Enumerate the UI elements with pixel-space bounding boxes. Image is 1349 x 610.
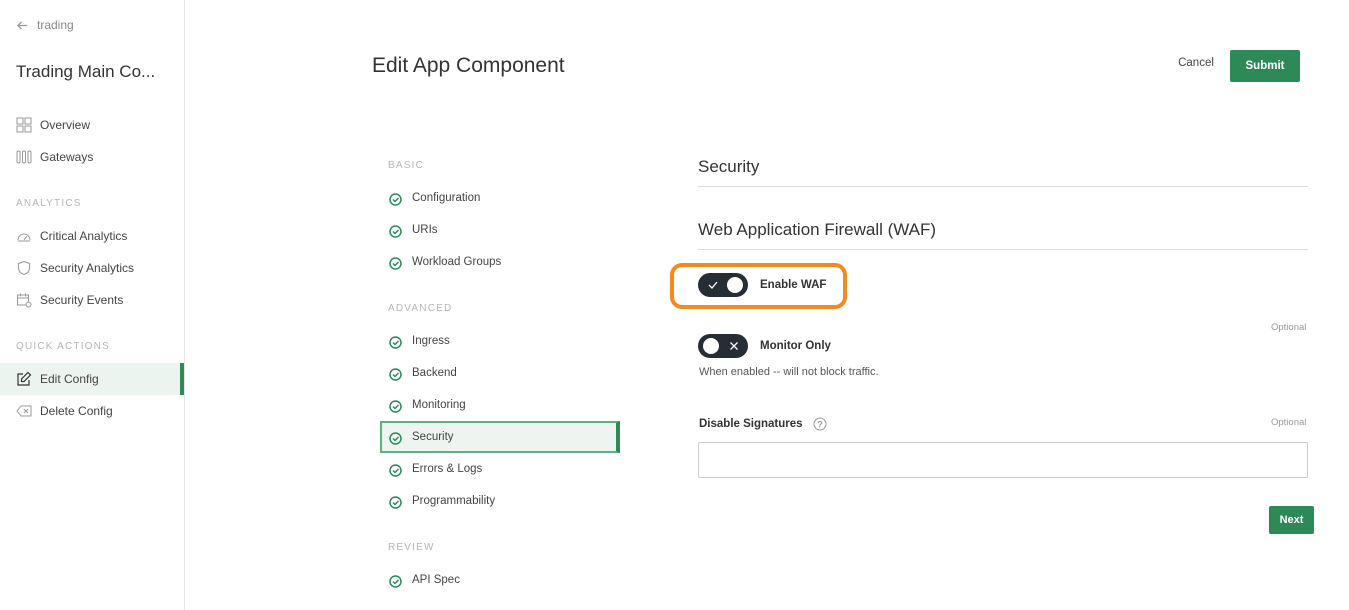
sidebar: trading Trading Main Co... Overview Gate… <box>0 0 185 610</box>
sidebar-item-security-events[interactable]: Security Events <box>0 284 184 316</box>
sidebar-item-label: Critical Analytics <box>40 229 128 243</box>
monitor-only-helper: When enabled -- will not block traffic. <box>699 366 879 378</box>
help-icon[interactable]: ? <box>813 417 827 431</box>
monitor-only-optional: Optional <box>1271 322 1307 333</box>
step-configuration[interactable]: Configuration <box>380 182 620 214</box>
delete-icon <box>16 403 32 419</box>
sidebar-item-label: Security Events <box>40 293 124 307</box>
step-security[interactable]: Security <box>380 421 620 453</box>
step-label: Workload Groups <box>412 256 502 268</box>
enable-waf-toggle[interactable] <box>698 273 748 297</box>
page-title: Edit App Component <box>372 54 565 77</box>
disable-signatures-label: Disable Signatures ? <box>699 417 827 431</box>
check-circle-icon <box>388 463 403 478</box>
sidebar-item-delete-config[interactable]: Delete Config <box>0 395 184 427</box>
step-label: API Spec <box>412 574 460 586</box>
check-circle-icon <box>388 224 403 239</box>
svg-text:?: ? <box>817 419 823 429</box>
gateway-icon <box>16 149 32 165</box>
check-circle-icon <box>388 256 403 271</box>
check-circle-icon <box>388 495 403 510</box>
step-label: Configuration <box>412 192 481 204</box>
submit-button[interactable]: Submit <box>1230 50 1300 82</box>
waf-subsection-title: Web Application Firewall (WAF) <box>698 220 1308 250</box>
toggle-knob <box>703 338 719 354</box>
sidebar-item-edit-config[interactable]: Edit Config <box>0 363 184 395</box>
check-circle-icon <box>388 574 403 589</box>
analytics-section-label: ANALYTICS <box>16 198 82 209</box>
sidebar-item-label: Security Analytics <box>40 261 135 275</box>
section-title: Security <box>698 157 1308 187</box>
step-errors-logs[interactable]: Errors & Logs <box>380 453 620 485</box>
step-label: Programmability <box>412 495 496 507</box>
calendar-icon <box>16 292 32 308</box>
monitor-only-label: Monitor Only <box>760 340 831 352</box>
back-link[interactable]: trading <box>16 18 74 32</box>
shield-icon <box>16 260 32 276</box>
sidebar-item-label: Gateways <box>40 150 94 164</box>
sidebar-item-security-analytics[interactable]: Security Analytics <box>0 252 184 284</box>
disable-signatures-input[interactable] <box>698 442 1308 478</box>
quick-actions-section-label: QUICK ACTIONS <box>16 341 110 352</box>
sidebar-item-critical-analytics[interactable]: Critical Analytics <box>0 220 184 252</box>
disable-signatures-label-text: Disable Signatures <box>699 418 803 430</box>
check-circle-icon <box>388 431 403 446</box>
toggle-knob <box>727 277 743 293</box>
step-uris[interactable]: URIs <box>380 214 620 246</box>
disable-signatures-optional: Optional <box>1271 417 1307 428</box>
step-backend[interactable]: Backend <box>380 357 620 389</box>
advanced-section-label: ADVANCED <box>388 303 453 314</box>
grid-icon <box>16 117 32 133</box>
step-label: Monitoring <box>412 399 466 411</box>
monitor-only-toggle[interactable] <box>698 334 748 358</box>
edit-icon <box>16 371 32 387</box>
check-circle-icon <box>388 367 403 382</box>
step-label: Backend <box>412 367 457 379</box>
basic-section-label: BASIC <box>388 160 425 171</box>
step-ingress[interactable]: Ingress <box>380 325 620 357</box>
check-circle-icon <box>388 399 403 414</box>
step-label: Security <box>412 431 454 443</box>
step-api-spec[interactable]: API Spec <box>380 564 620 596</box>
close-icon <box>730 342 738 350</box>
check-circle-icon <box>388 335 403 350</box>
sidebar-item-label: Edit Config <box>40 372 99 386</box>
check-circle-icon <box>388 192 403 207</box>
back-label: trading <box>37 18 74 32</box>
enable-waf-label: Enable WAF <box>760 279 827 291</box>
step-label: URIs <box>412 224 438 236</box>
review-section-label: REVIEW <box>388 542 435 553</box>
sidebar-item-gateways[interactable]: Gateways <box>0 141 184 173</box>
step-label: Ingress <box>412 335 450 347</box>
step-programmability[interactable]: Programmability <box>380 485 620 517</box>
sidebar-item-overview[interactable]: Overview <box>0 109 184 141</box>
app-title: Trading Main Co... <box>16 62 156 81</box>
step-label: Errors & Logs <box>412 463 483 475</box>
next-button[interactable]: Next <box>1269 506 1314 534</box>
gauge-icon <box>16 228 32 244</box>
arrow-left-icon <box>16 20 28 30</box>
check-icon <box>708 281 718 289</box>
step-workload-groups[interactable]: Workload Groups <box>380 246 620 278</box>
sidebar-item-label: Overview <box>40 118 91 132</box>
step-monitoring[interactable]: Monitoring <box>380 389 620 421</box>
cancel-button[interactable]: Cancel <box>1166 57 1226 75</box>
sidebar-item-label: Delete Config <box>40 404 113 418</box>
